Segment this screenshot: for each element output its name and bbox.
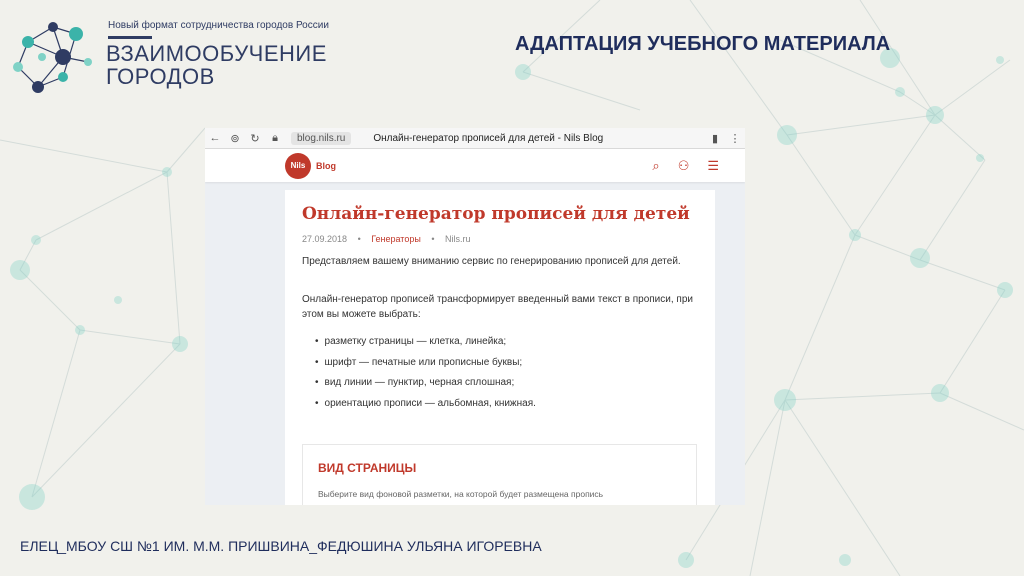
org-divider [108, 36, 152, 39]
article-paragraph: Представляем вашему вниманию сервис по г… [302, 256, 681, 267]
site-header: Nils Blog ⌕ ⚇ ☰ [205, 149, 745, 182]
page-type-section: ВИД СТРАНИЦЫ Выберите вид фоновой размет… [302, 444, 697, 505]
shield-icon[interactable]: ⊚ [225, 132, 245, 145]
options-list: разметку страницы — клетка, линейка; шри… [315, 336, 536, 418]
org-name: ВЗАИМООБУЧЕНИЕ ГОРОДОВ [106, 42, 327, 88]
page-tab-title: Онлайн-генератор прописей для детей - Ni… [373, 132, 604, 144]
browser-toolbar: ← ⊚ ↻ 🔒︎ blog.nils.ru Онлайн-генератор п… [205, 128, 745, 149]
list-item: ориентацию прописи — альбомная, книжная. [315, 398, 536, 419]
menu-dots-icon[interactable]: ⋮ [725, 132, 745, 145]
bookmark-icon[interactable]: ▮ [705, 132, 725, 145]
meta-separator: • [357, 234, 361, 244]
org-tagline: Новый формат сотрудничества городов Росс… [108, 20, 329, 31]
article-title: Онлайн-генератор прописей для детей [302, 204, 690, 224]
address-bar[interactable]: blog.nils.ru [291, 131, 352, 145]
article-paragraph: Онлайн-генератор прописей трансформирует… [302, 294, 693, 320]
article-meta: 27.09.2018 • Генераторы • Nils.ru [302, 234, 471, 244]
blog-label[interactable]: Blog [316, 161, 336, 171]
nils-logo[interactable]: Nils [285, 152, 311, 179]
footer-author: ЕЛЕЦ_МБОУ СШ №1 ИМ. М.М. ПРИШВИНА_ФЕДЮШИ… [20, 538, 542, 554]
city-network-logo-icon [13, 22, 92, 93]
list-item: вид линии — пунктир, черная сплошная; [315, 377, 536, 398]
list-item: разметку страницы — клетка, линейка; [315, 336, 536, 357]
org-name-line1: ВЗАИМООБУЧЕНИЕ [106, 41, 327, 66]
section-title: ВИД СТРАНИЦЫ [318, 461, 417, 475]
back-arrow-icon[interactable]: ← [205, 132, 225, 144]
org-name-line2: ГОРОДОВ [106, 64, 215, 89]
search-icon[interactable]: ⌕ [652, 158, 659, 174]
refresh-icon[interactable]: ↻ [245, 132, 265, 145]
hamburger-icon[interactable]: ☰ [707, 158, 719, 174]
article-author: Nils.ru [445, 234, 471, 244]
meta-separator: • [431, 234, 435, 244]
article-card: Онлайн-генератор прописей для детей 27.0… [285, 190, 715, 505]
section-description: Выберите вид фоновой разметки, на которо… [318, 489, 604, 499]
article-date: 27.09.2018 [302, 234, 348, 244]
article-category-link[interactable]: Генераторы [371, 234, 421, 244]
slide-title: АДАПТАЦИЯ УЧЕБНОГО МАТЕРИАЛА [515, 33, 891, 55]
user-icon[interactable]: ⚇ [678, 158, 690, 174]
lock-icon: 🔒︎ [272, 131, 278, 144]
website-screenshot: ← ⊚ ↻ 🔒︎ blog.nils.ru Онлайн-генератор п… [205, 128, 745, 505]
list-item: шрифт — печатные или прописные буквы; [315, 357, 536, 378]
